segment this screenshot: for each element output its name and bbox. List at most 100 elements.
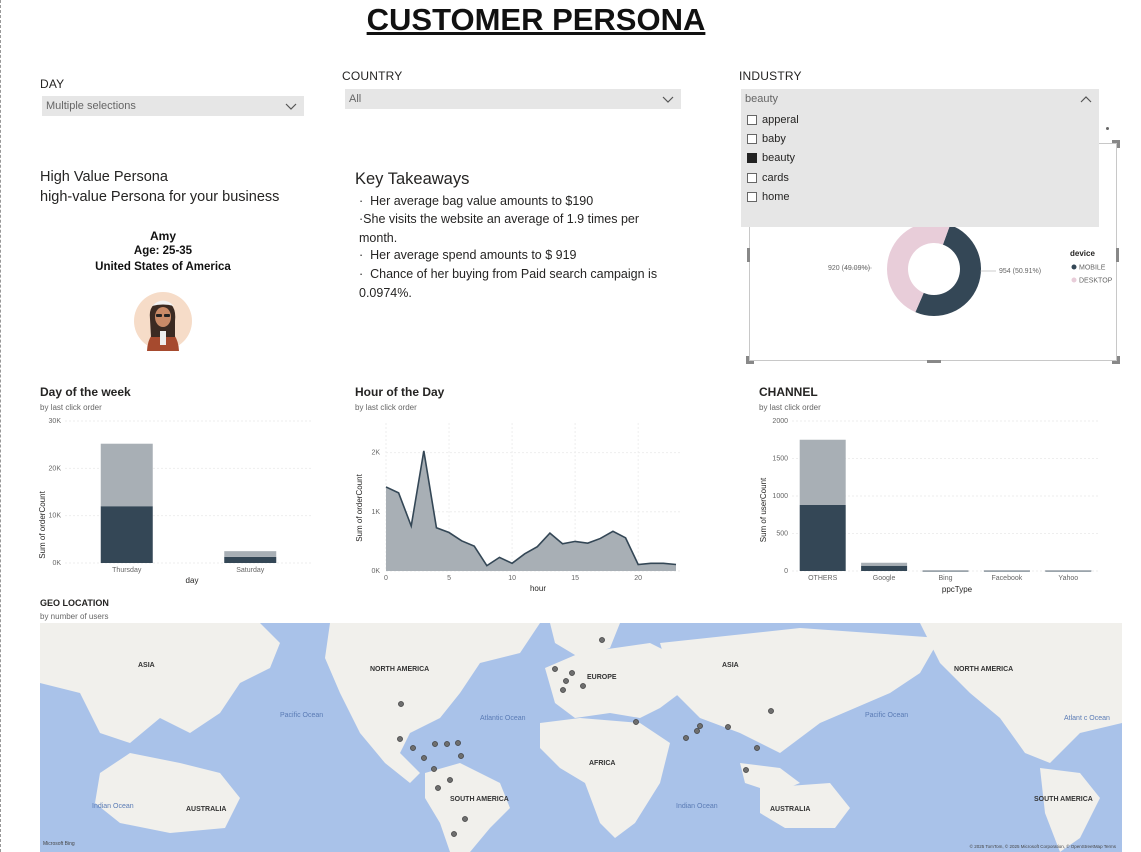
y-tick-label: 0 xyxy=(784,568,788,575)
y-tick-label: 10K xyxy=(49,513,62,520)
map-label: Atlant c Ocean xyxy=(1064,715,1110,722)
industry-slicer-value: beauty xyxy=(745,93,779,105)
resize-handle[interactable] xyxy=(927,360,941,363)
x-tick-label: Bing xyxy=(938,575,952,582)
checkbox[interactable] xyxy=(747,173,757,183)
donut-label-mobile: 954 (50.91%) xyxy=(999,268,1041,275)
resize-handle[interactable] xyxy=(1116,248,1119,262)
hour-chart-ylabel: Sum of orderCount xyxy=(355,473,364,541)
landmass-australia-left xyxy=(95,753,240,833)
channel-chart[interactable]: Sum of userCount ppcType 0 500 1000 1500 200… xyxy=(754,413,1104,598)
map-label: Atlantic Ocean xyxy=(480,715,526,722)
map-point xyxy=(444,741,450,747)
map-label: Pacific Ocean xyxy=(865,712,908,719)
x-tick-label: Thursday xyxy=(112,567,142,574)
checkbox[interactable] xyxy=(747,115,757,125)
takeaway-text: Her average bag value amounts to $190 xyxy=(370,194,594,208)
takeaway-text: Chance of her buying from Paid search ca… xyxy=(359,267,658,300)
y-tick-label: 1K xyxy=(371,509,380,516)
hour-of-day-chart[interactable]: Sum of orderCount hour 0K 1K 2K 0 5 10 15 20 xyxy=(350,413,695,598)
more-options-dot[interactable] xyxy=(1106,127,1109,130)
x-tick-label: Facebook xyxy=(992,575,1023,582)
bar-segment xyxy=(1045,570,1092,572)
map-label: ASIA xyxy=(138,662,155,669)
day-slicer-value: Multiple selections xyxy=(46,100,136,112)
legend-swatch-mobile xyxy=(1071,264,1077,270)
map-label: Pacific Ocean xyxy=(280,712,323,719)
resize-handle[interactable] xyxy=(746,356,754,364)
y-tick-label: 500 xyxy=(776,531,788,538)
map-point xyxy=(694,728,700,734)
map-label: AUSTRALIA xyxy=(770,806,810,813)
takeaway-text: Her average spend amounts to $ 919 xyxy=(370,248,577,262)
map-point xyxy=(432,741,438,747)
x-tick-label: Google xyxy=(873,575,896,582)
map-point xyxy=(455,740,461,746)
resize-handle[interactable] xyxy=(1112,140,1120,148)
x-tick-label: 5 xyxy=(447,575,451,582)
geo-title: GEO LOCATION xyxy=(40,598,109,608)
industry-option-baby[interactable]: baby xyxy=(747,130,786,148)
day-slicer-dropdown[interactable]: Multiple selections xyxy=(42,96,304,116)
map-point xyxy=(569,670,575,676)
donut-label-desktop: 920 (49.09%) xyxy=(828,265,870,272)
day-chart-xlabel: day xyxy=(186,576,199,585)
industry-option-beauty[interactable]: beauty xyxy=(747,149,795,167)
landmass-asia-left xyxy=(40,623,280,743)
hour-chart-title: Hour of the Day xyxy=(355,385,445,399)
hour-chart-xlabel: hour xyxy=(530,584,546,593)
bar-segment xyxy=(100,443,153,507)
checkbox[interactable] xyxy=(747,192,757,202)
takeaway-item: · Chance of her buying from Paid search … xyxy=(359,267,658,300)
map-point xyxy=(410,745,416,751)
checkbox[interactable] xyxy=(747,134,757,144)
y-tick-label: 1500 xyxy=(772,456,788,463)
map-label: SOUTH AMERICA xyxy=(1034,796,1093,803)
country-slicer-dropdown[interactable]: All xyxy=(345,89,681,109)
persona-avatar xyxy=(134,292,192,351)
persona-heading: High Value Persona xyxy=(40,169,168,185)
checkbox-checked[interactable] xyxy=(747,153,757,163)
takeaway-item: ·She visits the website an average of 1.… xyxy=(359,212,640,245)
map-point xyxy=(683,735,689,741)
map-point xyxy=(435,785,441,791)
map-point xyxy=(397,736,403,742)
industry-option-cards[interactable]: cards xyxy=(747,169,789,187)
option-label: baby xyxy=(762,133,786,145)
day-of-week-chart[interactable]: Sum of orderCount day 0K 10K 20K 30K Thursda… xyxy=(35,413,320,588)
industry-option-apperal[interactable]: apperal xyxy=(747,111,799,129)
day-chart-title: Day of the week xyxy=(40,385,131,399)
world-map[interactable]: ASIA NORTH AMERICA EUROPE ASIA NORTH AME… xyxy=(40,623,1122,852)
takeaways-title: Key Takeaways xyxy=(355,170,470,188)
map-point xyxy=(563,678,569,684)
geo-subtitle: by number of users xyxy=(40,612,109,621)
map-label: Indian Ocean xyxy=(676,803,718,810)
map-point xyxy=(560,687,566,693)
industry-option-home[interactable]: home xyxy=(747,188,790,206)
bar-segment xyxy=(799,439,846,505)
geo-map[interactable]: ASIA NORTH AMERICA EUROPE ASIA NORTH AME… xyxy=(40,623,1122,852)
map-point xyxy=(697,723,703,729)
industry-slicer-dropdown[interactable]: beauty xyxy=(741,89,1099,109)
resize-handle[interactable] xyxy=(1112,356,1120,364)
legend-mobile: MOBILE xyxy=(1079,265,1106,272)
map-label: EUROPE xyxy=(587,674,617,681)
map-label: NORTH AMERICA xyxy=(370,666,429,673)
legend-desktop: DESKTOP xyxy=(1079,278,1113,285)
x-tick-label: Saturday xyxy=(236,567,265,574)
y-tick-label: 0K xyxy=(52,560,61,567)
y-tick-label: 2000 xyxy=(772,418,788,425)
persona-age: Age: 25-35 xyxy=(133,245,193,257)
bar-segment xyxy=(224,551,277,557)
x-tick-label: 10 xyxy=(508,575,516,582)
map-label: AFRICA xyxy=(589,760,615,767)
y-tick-label: 2K xyxy=(371,450,380,457)
map-label: Indian Ocean xyxy=(92,803,134,810)
resize-handle[interactable] xyxy=(747,248,750,262)
takeaway-item: · Her average spend amounts to $ 919 xyxy=(359,248,577,262)
y-tick-label: 1000 xyxy=(772,493,788,500)
map-point xyxy=(552,666,558,672)
map-point xyxy=(451,831,457,837)
canvas-border xyxy=(0,0,2,852)
landmass-north-america-right xyxy=(920,623,1122,763)
